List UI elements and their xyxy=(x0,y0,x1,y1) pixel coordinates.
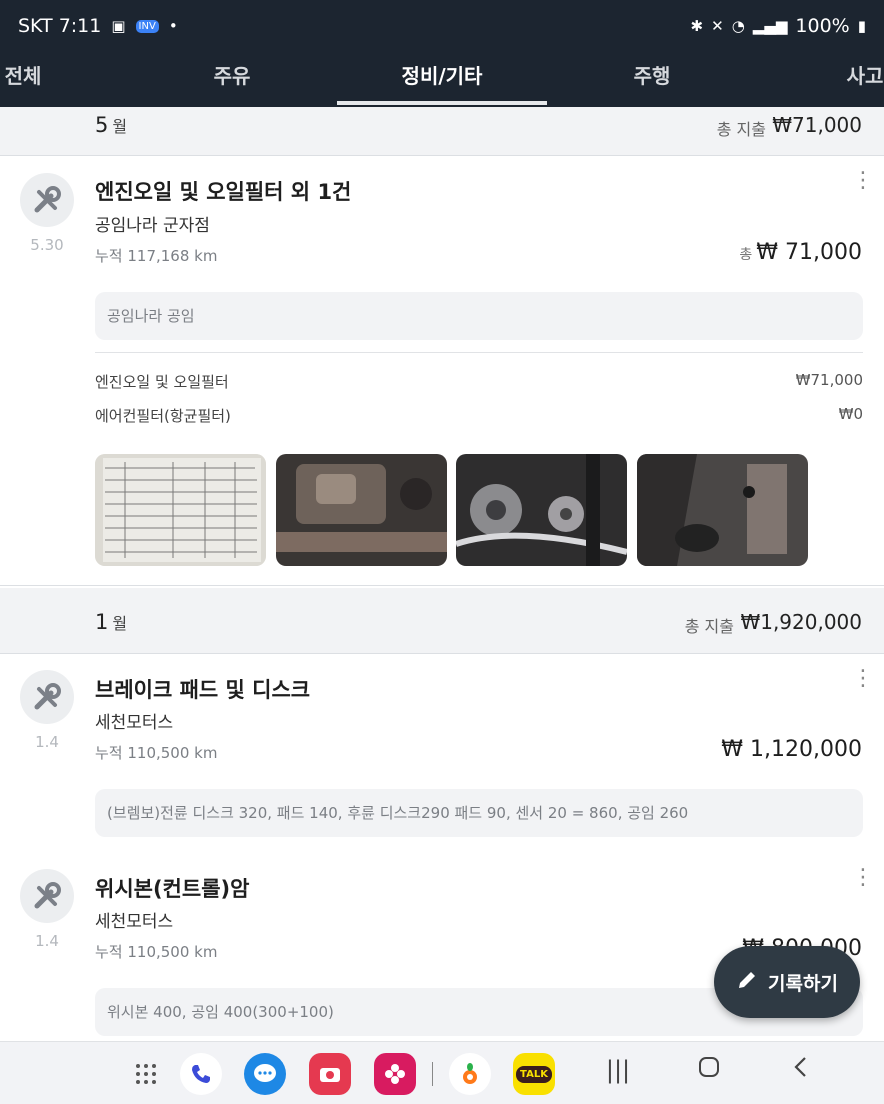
month-total-label: 총 지출 xyxy=(684,617,734,636)
dot-icon: • xyxy=(168,17,178,35)
status-bar: SKT 7:11 ▣ INV • ✱ ✕ ◔ ▂▄▆ 100% ▮ xyxy=(0,0,884,52)
entry-title: 브레이크 패드 및 디스크 xyxy=(95,678,311,702)
entry-date: 1.4 xyxy=(35,932,59,950)
app-notification-badge: INV xyxy=(135,19,159,33)
battery-icon: ▮ xyxy=(857,17,866,35)
wrench-screwdriver-icon xyxy=(20,173,74,227)
entry-amount: 총 ₩ 71,000 xyxy=(739,240,862,265)
phone-icon[interactable] xyxy=(180,1053,222,1095)
amount-prefix: 총 xyxy=(739,247,753,263)
category-tabs: 전체 주유 정비/기타 주행 사고 xyxy=(0,52,884,107)
tab-maintenance[interactable]: 정비/기타 xyxy=(337,52,547,107)
more-options-icon[interactable]: ⋮ xyxy=(852,867,874,889)
screen: SKT 7:11 ▣ INV • ✱ ✕ ◔ ▂▄▆ 100% ▮ 전체 주유 … xyxy=(0,0,884,1104)
month-unit: 월 xyxy=(112,614,128,633)
maintenance-entry[interactable]: 5.30 엔진오일 및 오일필터 외 1건 공임나라 군자점 누적 117,16… xyxy=(0,156,884,586)
entry-amount: ₩ 1,120,000 xyxy=(721,737,862,762)
entry-date: 1.4 xyxy=(35,733,59,751)
month-total-label: 총 지출 xyxy=(716,120,766,139)
amount-value: ₩ 71,000 xyxy=(756,240,862,265)
add-record-button[interactable]: 기록하기 xyxy=(714,946,860,1018)
entry-shop: 공임나라 군자점 xyxy=(95,216,210,236)
item-name: 에어컨필터(항균필터) xyxy=(95,407,231,425)
pencil-icon xyxy=(736,969,758,996)
month-header-january: 1월 총 지출 ₩1,920,000 xyxy=(0,588,884,654)
gallery-notification-icon: ▣ xyxy=(111,17,126,35)
active-tab-indicator xyxy=(337,101,547,105)
back-icon[interactable] xyxy=(786,1056,816,1084)
dock-divider xyxy=(432,1062,433,1086)
item-row: 에어컨필터(항균필터) ₩0 xyxy=(95,405,863,426)
more-options-icon[interactable]: ⋮ xyxy=(852,668,874,690)
month-header-may: 5월 총 지출 ₩71,000 xyxy=(0,107,884,156)
system-navbar: TALK ||| xyxy=(0,1041,884,1104)
month-label: 1월 xyxy=(95,610,127,634)
add-record-label: 기록하기 xyxy=(768,972,838,995)
entry-memo: (브렘보)전륜 디스크 320, 패드 140, 후륜 디스크290 패드 90… xyxy=(95,789,863,837)
entry-odometer: 누적 110,500 km xyxy=(95,943,218,961)
battery-text: 100% xyxy=(795,15,850,37)
entry-odometer: 누적 110,500 km xyxy=(95,744,218,762)
item-row: 엔진오일 및 오일필터 ₩71,000 xyxy=(95,371,863,392)
carrier-time: SKT 7:11 xyxy=(18,15,102,37)
messages-icon[interactable] xyxy=(244,1053,286,1095)
item-price: ₩71,000 xyxy=(795,371,863,389)
entry-title: 엔진오일 및 오일필터 외 1건 xyxy=(95,180,352,204)
entry-shop: 세천모터스 xyxy=(95,912,174,932)
kakaotalk-label: TALK xyxy=(516,1065,552,1083)
more-options-icon[interactable]: ⋮ xyxy=(852,170,874,192)
entry-memo: 공임나라 공임 xyxy=(95,292,863,340)
gallery-icon[interactable] xyxy=(374,1053,416,1095)
item-price: ₩0 xyxy=(838,405,863,423)
divider xyxy=(95,352,863,353)
month-total-amount: ₩1,920,000 xyxy=(740,610,862,634)
wifi-icon: ◔ xyxy=(731,17,745,35)
entry-odometer: 누적 117,168 km xyxy=(95,247,218,265)
records-list: 5월 총 지출 ₩71,000 5.30 엔진오일 및 오일필터 외 1건 공임… xyxy=(0,107,884,1041)
entry-title: 위시본(컨트롤)암 xyxy=(95,877,250,901)
maintenance-entry[interactable]: 1.4 브레이크 패드 및 디스크 세천모터스 누적 110,500 km ₩ … xyxy=(0,654,884,853)
engine-photo-1[interactable] xyxy=(276,454,447,566)
entry-shop: 세천모터스 xyxy=(95,713,174,733)
home-icon[interactable] xyxy=(694,1056,724,1084)
recents-icon[interactable]: ||| xyxy=(603,1056,633,1084)
app-drawer-icon[interactable] xyxy=(125,1053,167,1095)
wrench-screwdriver-icon xyxy=(20,670,74,724)
engine-photo-3[interactable] xyxy=(637,454,808,566)
tab-fuel[interactable]: 주유 xyxy=(180,52,284,107)
receipt-photo[interactable] xyxy=(95,454,266,566)
kakaotalk-icon[interactable]: TALK xyxy=(513,1053,555,1095)
month-total-amount: ₩71,000 xyxy=(772,113,862,137)
month-number: 1 xyxy=(95,610,109,634)
entry-date: 5.30 xyxy=(30,236,64,254)
item-name: 엔진오일 및 오일필터 xyxy=(95,373,229,391)
bluetooth-icon: ✱ xyxy=(690,17,704,35)
month-label: 5월 xyxy=(95,113,127,137)
tab-all[interactable]: 전체 xyxy=(0,52,52,107)
camera-icon[interactable] xyxy=(309,1053,351,1095)
mute-icon: ✕ xyxy=(711,17,724,35)
tab-accident[interactable]: 사고 xyxy=(836,52,884,107)
wrench-screwdriver-icon xyxy=(20,869,74,923)
tab-driving[interactable]: 주행 xyxy=(598,52,706,107)
carrot-app-icon[interactable] xyxy=(449,1053,491,1095)
month-unit: 월 xyxy=(112,117,128,136)
month-number: 5 xyxy=(95,113,109,137)
signal-icon: ▂▄▆ xyxy=(752,17,788,35)
engine-photo-2[interactable] xyxy=(456,454,627,566)
